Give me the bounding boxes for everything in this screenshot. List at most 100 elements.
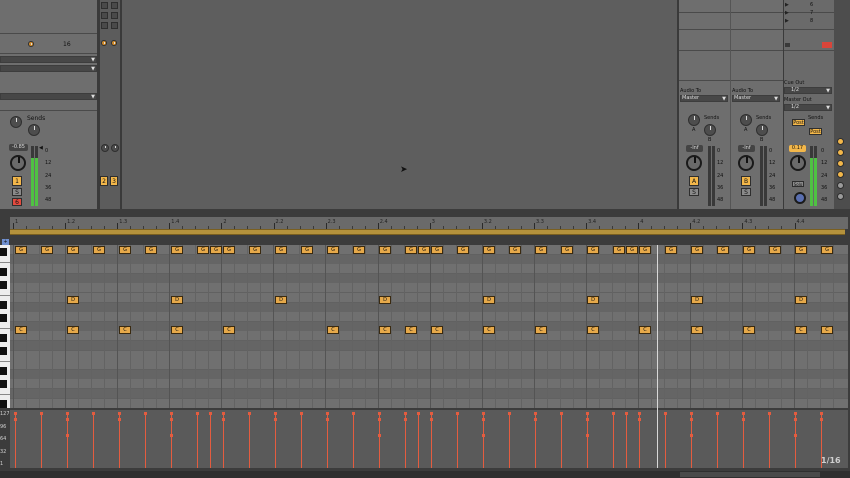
midi-note[interactable]: C	[67, 326, 79, 334]
audio-to-select[interactable]: Master ▼	[732, 95, 780, 102]
midi-note[interactable]: G	[197, 246, 209, 254]
midi-note[interactable]: C	[15, 326, 27, 334]
piano-keyboard[interactable]	[0, 245, 10, 408]
clip-stop-button[interactable]	[111, 2, 118, 9]
velocity-marker[interactable]	[586, 434, 589, 468]
volume-value[interactable]: -Inf	[686, 145, 703, 152]
midi-note[interactable]: C	[405, 326, 417, 334]
velocity-marker[interactable]	[209, 412, 212, 468]
track-pan-knob[interactable]	[101, 144, 109, 152]
velocity-marker[interactable]	[118, 418, 121, 468]
drop-area[interactable]	[122, 0, 677, 209]
midi-note[interactable]: C	[821, 326, 833, 334]
black-key[interactable]	[0, 334, 7, 342]
midi-note[interactable]: G	[457, 246, 469, 254]
scene-launch-icon[interactable]: ▶	[785, 18, 789, 25]
cue-volume-knob[interactable]	[794, 192, 806, 204]
crossfader-toggle-icon[interactable]	[837, 182, 844, 189]
midi-note[interactable]: G	[587, 246, 599, 254]
midi-note[interactable]: C	[119, 326, 131, 334]
midi-note[interactable]: C	[379, 326, 391, 334]
midi-note[interactable]: C	[795, 326, 807, 334]
midi-note[interactable]: G	[119, 246, 131, 254]
sends-toggle-icon[interactable]	[837, 149, 844, 156]
track-delay-toggle-icon[interactable]	[837, 193, 844, 200]
stop-all-clips-button[interactable]	[822, 42, 832, 48]
midi-note[interactable]: G	[301, 246, 313, 254]
send-a-knob[interactable]	[10, 116, 22, 128]
midi-note[interactable]: G	[431, 246, 443, 254]
track-knob[interactable]	[111, 40, 117, 46]
post-button[interactable]: Post	[809, 128, 822, 135]
midi-note[interactable]: G	[626, 246, 638, 254]
midi-note[interactable]: C	[483, 326, 495, 334]
arm-button[interactable]: 6	[12, 198, 22, 206]
midi-note[interactable]: G	[769, 246, 781, 254]
input-type-select[interactable]: ▼	[0, 56, 97, 63]
midi-note[interactable]: G	[405, 246, 417, 254]
solo-button[interactable]: S	[689, 188, 699, 196]
scrollbar-thumb[interactable]	[680, 472, 820, 477]
velocity-marker[interactable]	[404, 418, 407, 468]
black-key[interactable]	[0, 400, 7, 408]
clip-stop-button[interactable]	[101, 22, 108, 29]
midi-note[interactable]: C	[691, 326, 703, 334]
midi-note[interactable]: G	[418, 246, 430, 254]
midi-note[interactable]: G	[41, 246, 53, 254]
track-activator-1[interactable]: 1	[12, 176, 22, 186]
midi-note[interactable]: C	[431, 326, 443, 334]
midi-note[interactable]: G	[379, 246, 391, 254]
velocity-marker[interactable]	[430, 418, 433, 468]
track-activator-b[interactable]: B	[741, 176, 751, 186]
midi-note[interactable]: D	[379, 296, 391, 304]
black-key[interactable]	[0, 268, 7, 276]
midi-note[interactable]: G	[15, 246, 27, 254]
velocity-marker[interactable]	[144, 412, 147, 468]
velocity-marker[interactable]	[40, 412, 43, 468]
midi-note[interactable]: G	[639, 246, 651, 254]
velocity-marker[interactable]	[170, 434, 173, 468]
velocity-marker[interactable]	[92, 412, 95, 468]
midi-note[interactable]: G	[821, 246, 833, 254]
midi-note[interactable]: D	[483, 296, 495, 304]
black-key[interactable]	[0, 380, 7, 388]
velocity-marker[interactable]	[638, 418, 641, 468]
send-b-knob[interactable]	[756, 124, 768, 136]
velocity-marker[interactable]	[482, 434, 485, 468]
velocity-marker[interactable]	[768, 412, 771, 468]
midi-note[interactable]: G	[795, 246, 807, 254]
velocity-marker[interactable]	[417, 412, 420, 468]
midi-note[interactable]: G	[353, 246, 365, 254]
midi-note[interactable]: G	[717, 246, 729, 254]
midi-note[interactable]: C	[639, 326, 651, 334]
send-b-knob[interactable]	[704, 124, 716, 136]
midi-note[interactable]: C	[743, 326, 755, 334]
velocity-marker[interactable]	[326, 418, 329, 468]
master-pan-dial[interactable]	[790, 155, 806, 171]
midi-note[interactable]: G	[145, 246, 157, 254]
black-key[interactable]	[0, 281, 7, 289]
midi-note[interactable]: C	[223, 326, 235, 334]
midi-note[interactable]: G	[509, 246, 521, 254]
velocity-marker[interactable]	[14, 418, 17, 468]
midi-note[interactable]: G	[67, 246, 79, 254]
velocity-marker[interactable]	[794, 434, 797, 468]
midi-note[interactable]: G	[327, 246, 339, 254]
midi-note[interactable]: G	[210, 246, 222, 254]
midi-note[interactable]: G	[483, 246, 495, 254]
send-a-knob[interactable]	[740, 114, 752, 126]
velocity-marker[interactable]	[300, 412, 303, 468]
midi-note[interactable]: D	[587, 296, 599, 304]
velocity-marker[interactable]	[742, 418, 745, 468]
midi-note[interactable]: C	[327, 326, 339, 334]
velocity-marker[interactable]	[274, 418, 277, 468]
track-activator-2[interactable]: 2	[100, 176, 108, 186]
midi-note[interactable]: G	[743, 246, 755, 254]
returns-toggle-icon[interactable]	[837, 160, 844, 167]
send-b-knob[interactable]	[28, 124, 40, 136]
track-pan-knob[interactable]	[111, 144, 119, 152]
pan-dial[interactable]	[10, 155, 26, 171]
velocity-marker[interactable]	[248, 412, 251, 468]
midi-note[interactable]: D	[691, 296, 703, 304]
midi-note[interactable]: C	[535, 326, 547, 334]
